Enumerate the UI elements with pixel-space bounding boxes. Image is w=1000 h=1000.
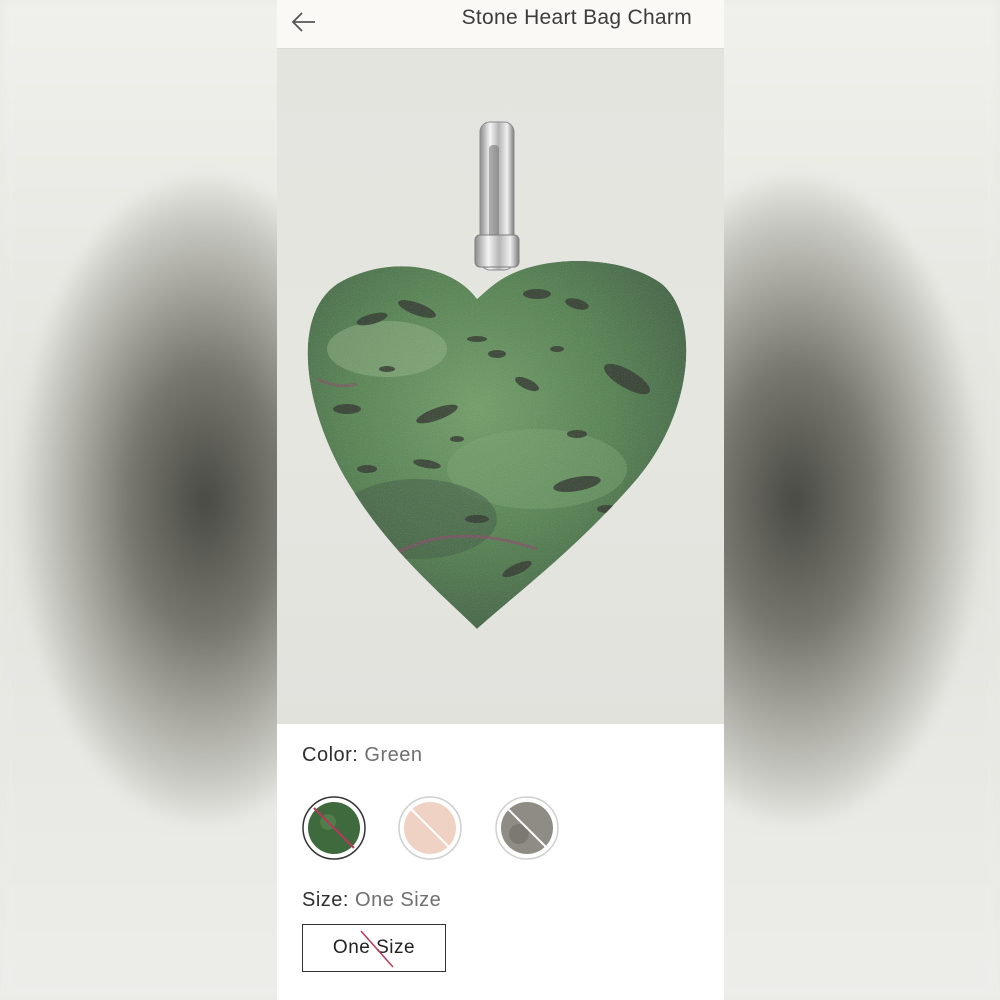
size-label: Size: (302, 889, 349, 911)
product-image[interactable] (277, 49, 724, 724)
product-screen: Stone Heart Bag Charm Color: Green Size:… (277, 0, 724, 1000)
color-swatch-gray[interactable] (495, 796, 559, 860)
color-label-row: Color: Green (302, 744, 423, 767)
color-swatch-pink[interactable] (398, 796, 462, 860)
color-swatch-green[interactable] (302, 796, 366, 860)
product-options: Color: Green Size: One Size One Size (277, 724, 724, 1000)
stone-heart-pendant (307, 121, 687, 629)
size-value: One Size (355, 889, 442, 911)
size-one-size-button[interactable]: One Size (302, 924, 446, 972)
back-button[interactable] (289, 8, 319, 38)
size-label-row: Size: One Size (302, 889, 441, 912)
color-value: Green (364, 744, 423, 766)
unavailable-strike-icon (360, 930, 394, 968)
arrow-left-icon (291, 12, 315, 32)
color-label: Color: (302, 744, 359, 766)
page-title: Stone Heart Bag Charm (461, 6, 692, 29)
top-bar: Stone Heart Bag Charm (277, 0, 724, 49)
